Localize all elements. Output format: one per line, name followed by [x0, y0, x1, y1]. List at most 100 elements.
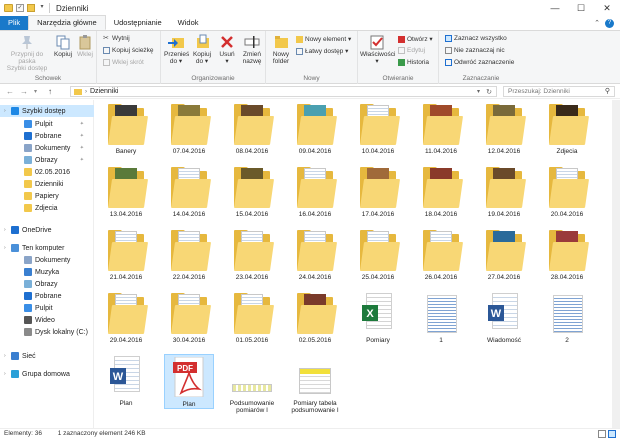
- history-button[interactable]: Historia: [398, 59, 429, 66]
- file-item[interactable]: W Plan: [101, 354, 151, 407]
- file-item[interactable]: X Pomiary: [353, 291, 403, 344]
- properties-button[interactable]: Właściwości ▾: [360, 34, 395, 65]
- forward-button[interactable]: →: [20, 87, 28, 96]
- folder-item[interactable]: 20.04.2016: [542, 165, 592, 218]
- delete-button[interactable]: Usuń ▾: [216, 34, 238, 65]
- nav-item[interactable]: › Szybki dostęp: [0, 105, 94, 117]
- file-item[interactable]: Podsumowanie pomiarów I: [227, 354, 277, 414]
- cut-button[interactable]: ✂ Wytnij: [103, 35, 130, 42]
- help-icon[interactable]: ?: [605, 19, 614, 28]
- folder-item[interactable]: 01.05.2016: [227, 291, 277, 344]
- customize-quick-icon[interactable]: ▾: [38, 4, 46, 12]
- properties-quick-icon[interactable]: ✓: [16, 4, 24, 12]
- file-item[interactable]: 1: [416, 291, 466, 344]
- chevron-down-icon[interactable]: ▾: [477, 88, 480, 95]
- folder-item[interactable]: 25.04.2016: [353, 228, 403, 281]
- nav-item[interactable]: Dokumenty: [0, 254, 94, 266]
- folder-item[interactable]: 19.04.2016: [479, 165, 529, 218]
- folder-item[interactable]: 28.04.2016: [542, 228, 592, 281]
- nav-item[interactable]: Pobrane: [0, 290, 94, 302]
- chevron-right-icon[interactable]: ›: [4, 245, 9, 251]
- open-button[interactable]: Otwórz ▾: [398, 35, 433, 43]
- nav-item[interactable]: Pulpit ✦: [0, 118, 94, 130]
- folder-item[interactable]: 14.04.2016: [164, 165, 214, 218]
- chevron-right-icon[interactable]: ›: [4, 108, 9, 114]
- minimize-button[interactable]: —: [542, 0, 568, 16]
- folder-item[interactable]: 08.04.2016: [227, 102, 277, 155]
- close-button[interactable]: ✕: [594, 0, 620, 16]
- nav-item[interactable]: Wideo: [0, 314, 94, 326]
- copy-to-button[interactable]: Kopiuj do ▾: [190, 34, 214, 65]
- search-input[interactable]: Przeszukaj: Dzienniki ⚲: [503, 86, 615, 97]
- folder-item[interactable]: 30.04.2016: [164, 291, 214, 344]
- edit-button[interactable]: Edytuj: [398, 47, 425, 54]
- folder-item[interactable]: 07.04.2016: [164, 102, 214, 155]
- folder-item[interactable]: 24.04.2016: [290, 228, 340, 281]
- nav-item[interactable]: Obrazy: [0, 278, 94, 290]
- nav-item[interactable]: › OneDrive: [0, 224, 94, 236]
- recent-locations-button[interactable]: ▾: [34, 88, 37, 95]
- tab-view[interactable]: Widok: [170, 16, 207, 30]
- folder-item[interactable]: 16.04.2016: [290, 165, 340, 218]
- folder-item[interactable]: 26.04.2016: [416, 228, 466, 281]
- large-icons-view-icon[interactable]: [608, 430, 616, 438]
- nav-item[interactable]: Obrazy ✦: [0, 154, 94, 166]
- folder-item[interactable]: 02.05.2016: [290, 291, 340, 344]
- nav-item[interactable]: › Sieć: [0, 350, 94, 362]
- file-item[interactable]: PDF Plan: [164, 354, 214, 409]
- nav-item[interactable]: Zdjecia: [0, 202, 94, 214]
- select-all-button[interactable]: Zaznacz wszystko: [445, 35, 507, 42]
- nav-item[interactable]: Dzienniki: [0, 178, 94, 190]
- tab-home[interactable]: Narzędzia główne: [28, 15, 106, 30]
- new-folder-quick-icon[interactable]: [27, 4, 35, 12]
- folder-item[interactable]: Banery: [101, 102, 151, 155]
- folder-item[interactable]: 21.04.2016: [101, 228, 151, 281]
- new-folder-button[interactable]: Nowy folder: [269, 34, 293, 65]
- pin-quick-access-button[interactable]: Przypnij do paska Szybki dostęp: [3, 34, 51, 72]
- nav-item[interactable]: Pulpit: [0, 302, 94, 314]
- nav-item[interactable]: › Grupa domowa: [0, 368, 94, 380]
- chevron-right-icon[interactable]: ›: [4, 227, 9, 233]
- file-item[interactable]: Pomiary tabela podsumowanie I: [290, 354, 340, 414]
- folder-item[interactable]: 12.04.2016: [479, 102, 529, 155]
- folder-item[interactable]: 09.04.2016: [290, 102, 340, 155]
- nav-item[interactable]: Papiery: [0, 190, 94, 202]
- folder-item[interactable]: 22.04.2016: [164, 228, 214, 281]
- file-item[interactable]: 2: [542, 291, 592, 344]
- nav-item[interactable]: Muzyka: [0, 266, 94, 278]
- folder-item[interactable]: 13.04.2016: [101, 165, 151, 218]
- nav-item[interactable]: › Ten komputer: [0, 242, 94, 254]
- folder-item[interactable]: 11.04.2016: [416, 102, 466, 155]
- rename-button[interactable]: Zmień nazwę: [240, 34, 264, 65]
- back-button[interactable]: ←: [6, 87, 14, 96]
- up-button[interactable]: ↑: [48, 87, 52, 96]
- paste-button[interactable]: Wklej: [75, 34, 95, 58]
- select-none-button[interactable]: Nie zaznaczaj nic: [445, 47, 505, 54]
- invert-selection-button[interactable]: Odwróć zaznaczenie: [445, 59, 514, 66]
- folder-item[interactable]: 29.04.2016: [101, 291, 151, 344]
- paste-shortcut-button[interactable]: Wklej skrót: [103, 59, 144, 66]
- address-bar[interactable]: › Dzienniki ▾ ↻: [70, 86, 497, 97]
- tab-share[interactable]: Udostępnianie: [106, 16, 170, 30]
- chevron-right-icon[interactable]: ›: [4, 353, 9, 359]
- copy-button[interactable]: Kopiuj: [53, 34, 73, 58]
- nav-item[interactable]: Dysk lokalny (C:): [0, 326, 94, 338]
- folder-item[interactable]: Zdjecia: [542, 102, 592, 155]
- folder-item[interactable]: 10.04.2016: [353, 102, 403, 155]
- folder-item[interactable]: 18.04.2016: [416, 165, 466, 218]
- folder-item[interactable]: 27.04.2016: [479, 228, 529, 281]
- nav-item[interactable]: Pobrane ✦: [0, 130, 94, 142]
- tab-file[interactable]: Plik: [0, 16, 29, 30]
- collapse-ribbon-icon[interactable]: ⌃: [594, 19, 600, 27]
- maximize-button[interactable]: ☐: [568, 0, 594, 16]
- folder-item[interactable]: 15.04.2016: [227, 165, 277, 218]
- nav-item[interactable]: Dokumenty ✦: [0, 142, 94, 154]
- details-view-icon[interactable]: [598, 430, 606, 438]
- vertical-scrollbar[interactable]: [612, 100, 620, 428]
- move-to-button[interactable]: Przenieś do ▾: [164, 34, 189, 65]
- refresh-icon[interactable]: ↻: [486, 88, 492, 96]
- new-element-button[interactable]: Nowy element ▾: [296, 35, 351, 43]
- folder-item[interactable]: 23.04.2016: [227, 228, 277, 281]
- copy-path-button[interactable]: Kopiuj ścieżkę: [103, 47, 154, 54]
- chevron-right-icon[interactable]: ›: [4, 371, 9, 377]
